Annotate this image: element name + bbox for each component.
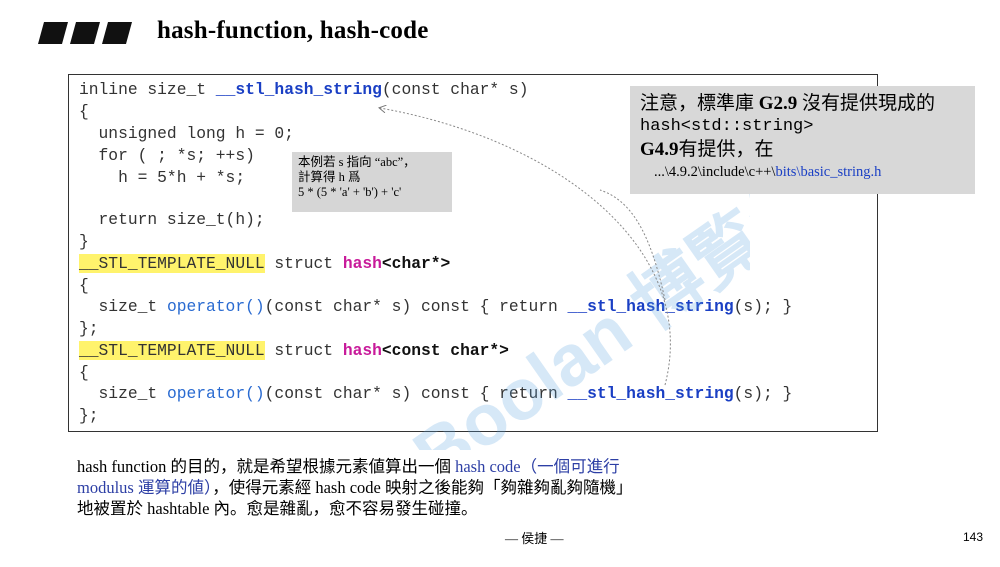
code-line-15: }; [79,406,99,425]
code-line-6: return size_t(h); [79,210,265,229]
code-line-9: { [79,276,89,295]
title-bars-decoration [38,22,132,44]
template-null-macro: __STL_TEMPLATE_NULL [79,341,265,360]
inline-example-note: 本例若 s 指向 “abc”， 計算得 h 爲 5 * (5 * 'a' + '… [292,152,452,212]
g29-g49-callout: 注意，標準庫 G2.9 沒有提供現成的 hash<std::string> G4… [630,86,975,194]
slide-title: hash-function, hash-code [157,17,429,44]
code-line-3: unsigned long h = 0; [79,124,294,143]
code-line-2: { [79,102,89,121]
code-line-11: }; [79,319,99,338]
description-paragraph: hash function 的目的，就是希望根據元素値算出一個 hash cod… [77,457,633,518]
code-line-8: __STL_TEMPLATE_NULL struct hash<char*> [79,254,451,273]
code-line-13: { [79,363,89,382]
code-line-12: __STL_TEMPLATE_NULL struct hash<const ch… [79,341,509,360]
template-null-macro: __STL_TEMPLATE_NULL [79,254,265,273]
page-number: 143 [963,530,984,544]
code-line-4: for ( ; *s; ++s) [79,146,255,165]
code-line-5: h = 5*h + *s; [79,168,246,187]
code-line-14: size_t operator()(const char* s) const {… [79,384,793,403]
hash-string-fn-name: __stl_hash_string [215,80,382,99]
code-line-1: inline size_t __stl_hash_string(const ch… [79,80,529,99]
code-line-10: size_t operator()(const char* s) const {… [79,297,793,316]
author-credit: — 侯捷 — [505,531,564,546]
code-line-7: } [79,232,89,251]
